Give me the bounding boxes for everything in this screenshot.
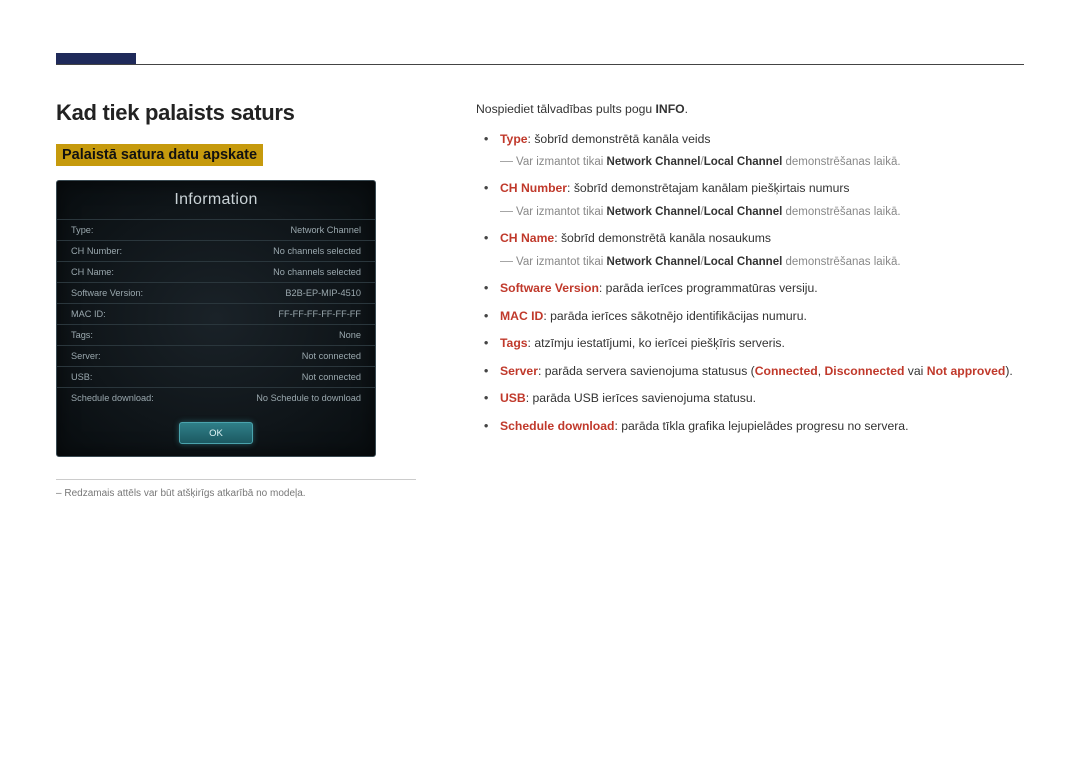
list-item: Tags: atzīmju iestatījumi, ko ierīcei pi… (490, 334, 1024, 354)
row-label: Server: (57, 346, 202, 367)
right-column: Nospiediet tālvadības pults pogu INFO. T… (476, 100, 1024, 499)
term-text: : atzīmju iestatījumi, ko ierīcei piešķī… (528, 336, 785, 350)
note-post: demonstrēšanas laikā. (782, 206, 900, 218)
list-item: CH Name: šobrīd demonstrētā kanāla nosau… (490, 229, 1024, 271)
term-schedule-download: Schedule download (500, 419, 614, 433)
section-subtitle: Palaistā satura datu apskate (56, 144, 263, 166)
ok-button[interactable]: OK (179, 422, 253, 444)
table-row: Schedule download:No Schedule to downloa… (57, 388, 375, 409)
information-panel: Information Type:Network Channel CH Numb… (56, 180, 376, 457)
list-item: CH Number: šobrīd demonstrētajam kanālam… (490, 179, 1024, 221)
row-label: USB: (57, 367, 202, 388)
note-bold: Network Channel (607, 256, 701, 268)
table-row: CH Name:No channels selected (57, 262, 375, 283)
note-pre: Var izmantot tikai (516, 256, 607, 268)
term-text: : parāda USB ierīces savienojuma statusu… (526, 391, 756, 405)
row-value: None (202, 325, 375, 346)
sep: vai (904, 364, 926, 378)
term-type: Type (500, 132, 528, 146)
sub-note: Var izmantot tikai Network Channel/Local… (502, 153, 1024, 171)
list-item: Type: šobrīd demonstrētā kanāla veids Va… (490, 130, 1024, 172)
note-pre: Var izmantot tikai (516, 156, 607, 168)
list-item: Software Version: parāda ierīces program… (490, 279, 1024, 299)
status-not-approved: Not approved (927, 364, 1006, 378)
term-software-version: Software Version (500, 281, 599, 295)
sub-note: Var izmantot tikai Network Channel/Local… (502, 253, 1024, 271)
row-value: No Schedule to download (202, 388, 375, 409)
term-text: : parāda ierīces programmatūras versiju. (599, 281, 818, 295)
server-post: ). (1005, 364, 1012, 378)
intro-post: . (685, 102, 688, 116)
feature-list: Type: šobrīd demonstrētā kanāla veids Va… (476, 130, 1024, 437)
row-label: Software Version: (57, 283, 202, 304)
information-panel-title: Information (57, 181, 375, 219)
row-value: No channels selected (202, 262, 375, 283)
table-row: MAC ID:FF-FF-FF-FF-FF-FF (57, 304, 375, 325)
table-row: Software Version:B2B-EP-MIP-4510 (57, 283, 375, 304)
term-mac-id: MAC ID (500, 309, 543, 323)
note-bold: Network Channel (607, 206, 701, 218)
row-value: Not connected (202, 367, 375, 388)
term-chnumber: CH Number (500, 181, 567, 195)
note-bold: Local Channel (704, 156, 783, 168)
row-label: CH Number: (57, 241, 202, 262)
header-rule (56, 64, 1024, 65)
sep: , (818, 364, 825, 378)
image-caption: Redzamais attēls var būt atšķirīgs atkar… (56, 488, 436, 499)
term-chname: CH Name (500, 231, 554, 245)
intro-pre: Nospiediet tālvadības pults pogu (476, 102, 656, 116)
note-post: demonstrēšanas laikā. (782, 256, 900, 268)
status-connected: Connected (755, 364, 818, 378)
table-row: Tags:None (57, 325, 375, 346)
row-value: No channels selected (202, 241, 375, 262)
information-table: Type:Network Channel CH Number:No channe… (57, 219, 375, 408)
row-value: Not connected (202, 346, 375, 367)
term-usb: USB (500, 391, 526, 405)
term-text: : šobrīd demonstrētā kanāla veids (528, 132, 711, 146)
note-bold: Local Channel (704, 256, 783, 268)
row-label: Tags: (57, 325, 202, 346)
list-item: MAC ID: parāda ierīces sākotnējo identif… (490, 307, 1024, 327)
caption-rule (56, 479, 416, 480)
table-row: USB:Not connected (57, 367, 375, 388)
term-text: : šobrīd demonstrētā kanāla nosaukums (554, 231, 771, 245)
term-text: : parāda tīkla grafika lejupielādes prog… (614, 419, 908, 433)
term-tags: Tags (500, 336, 528, 350)
left-column: Kad tiek palaists saturs Palaistā satura… (56, 100, 436, 499)
row-label: CH Name: (57, 262, 202, 283)
list-item: USB: parāda USB ierīces savienojuma stat… (490, 389, 1024, 409)
note-pre: Var izmantot tikai (516, 206, 607, 218)
sub-note: Var izmantot tikai Network Channel/Local… (502, 203, 1024, 221)
list-item: Server: parāda servera savienojuma statu… (490, 362, 1024, 382)
intro-text: Nospiediet tālvadības pults pogu INFO. (476, 100, 1024, 120)
term-text: : šobrīd demonstrētajam kanālam piešķirt… (567, 181, 849, 195)
row-value: B2B-EP-MIP-4510 (202, 283, 375, 304)
table-row: Type:Network Channel (57, 220, 375, 241)
term-server: Server (500, 364, 538, 378)
page-content: Kad tiek palaists saturs Palaistā satura… (56, 100, 1024, 499)
row-label: Type: (57, 220, 202, 241)
row-value: FF-FF-FF-FF-FF-FF (202, 304, 375, 325)
server-pre: : parāda servera savienojuma statusus ( (538, 364, 755, 378)
list-item: Schedule download: parāda tīkla grafika … (490, 417, 1024, 437)
status-disconnected: Disconnected (825, 364, 905, 378)
term-text: : parāda ierīces sākotnējo identifikācij… (543, 309, 807, 323)
row-value: Network Channel (202, 220, 375, 241)
note-bold: Network Channel (607, 156, 701, 168)
page-title: Kad tiek palaists saturs (56, 100, 436, 126)
accent-bar (56, 53, 136, 64)
intro-bold: INFO (656, 102, 685, 116)
row-label: MAC ID: (57, 304, 202, 325)
table-row: Server:Not connected (57, 346, 375, 367)
note-post: demonstrēšanas laikā. (782, 156, 900, 168)
row-label: Schedule download: (57, 388, 202, 409)
note-bold: Local Channel (704, 206, 783, 218)
table-row: CH Number:No channels selected (57, 241, 375, 262)
